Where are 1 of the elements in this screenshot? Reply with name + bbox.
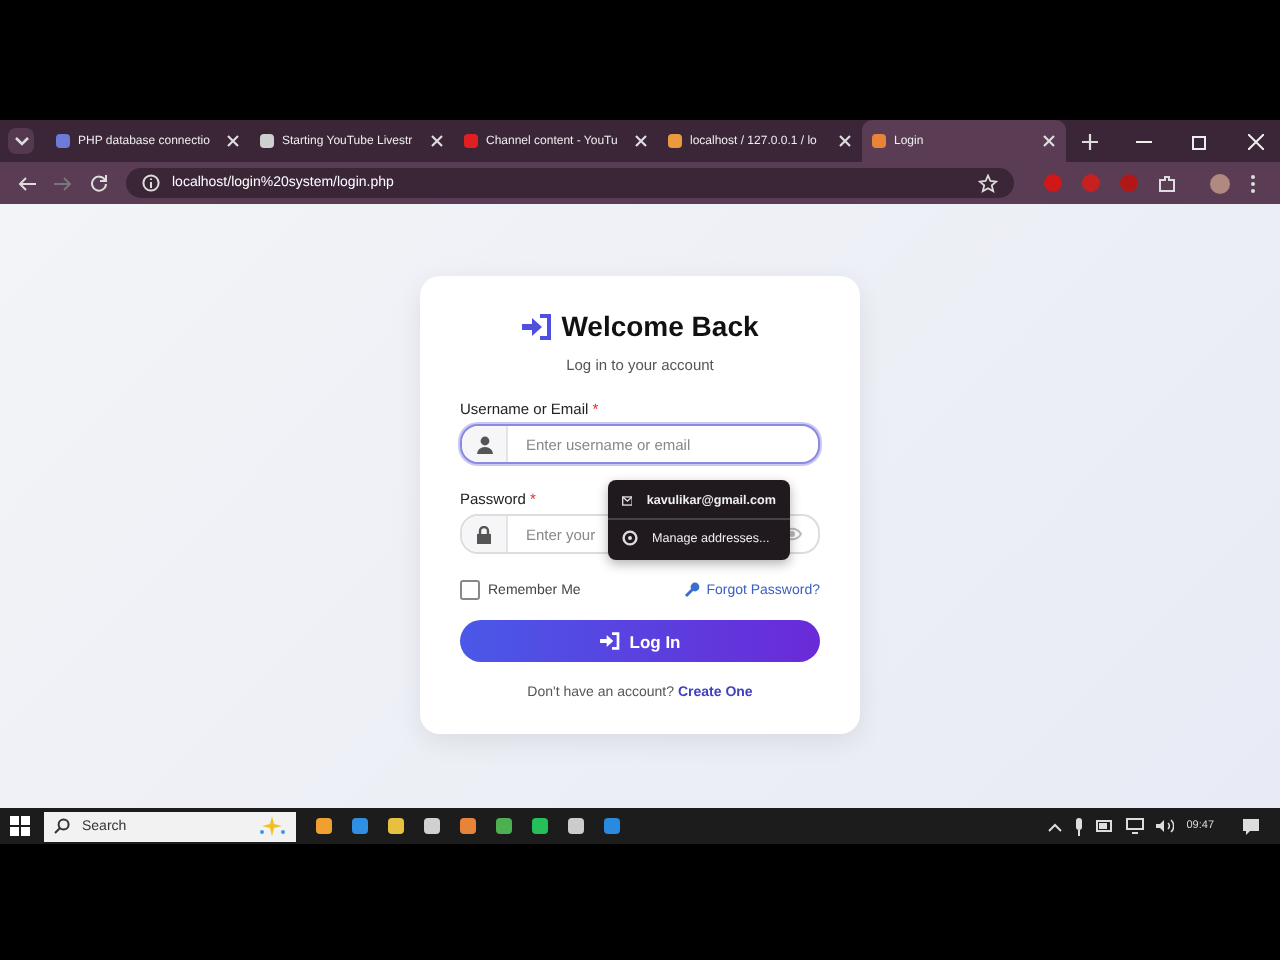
card-title: Welcome Back [561, 310, 759, 342]
